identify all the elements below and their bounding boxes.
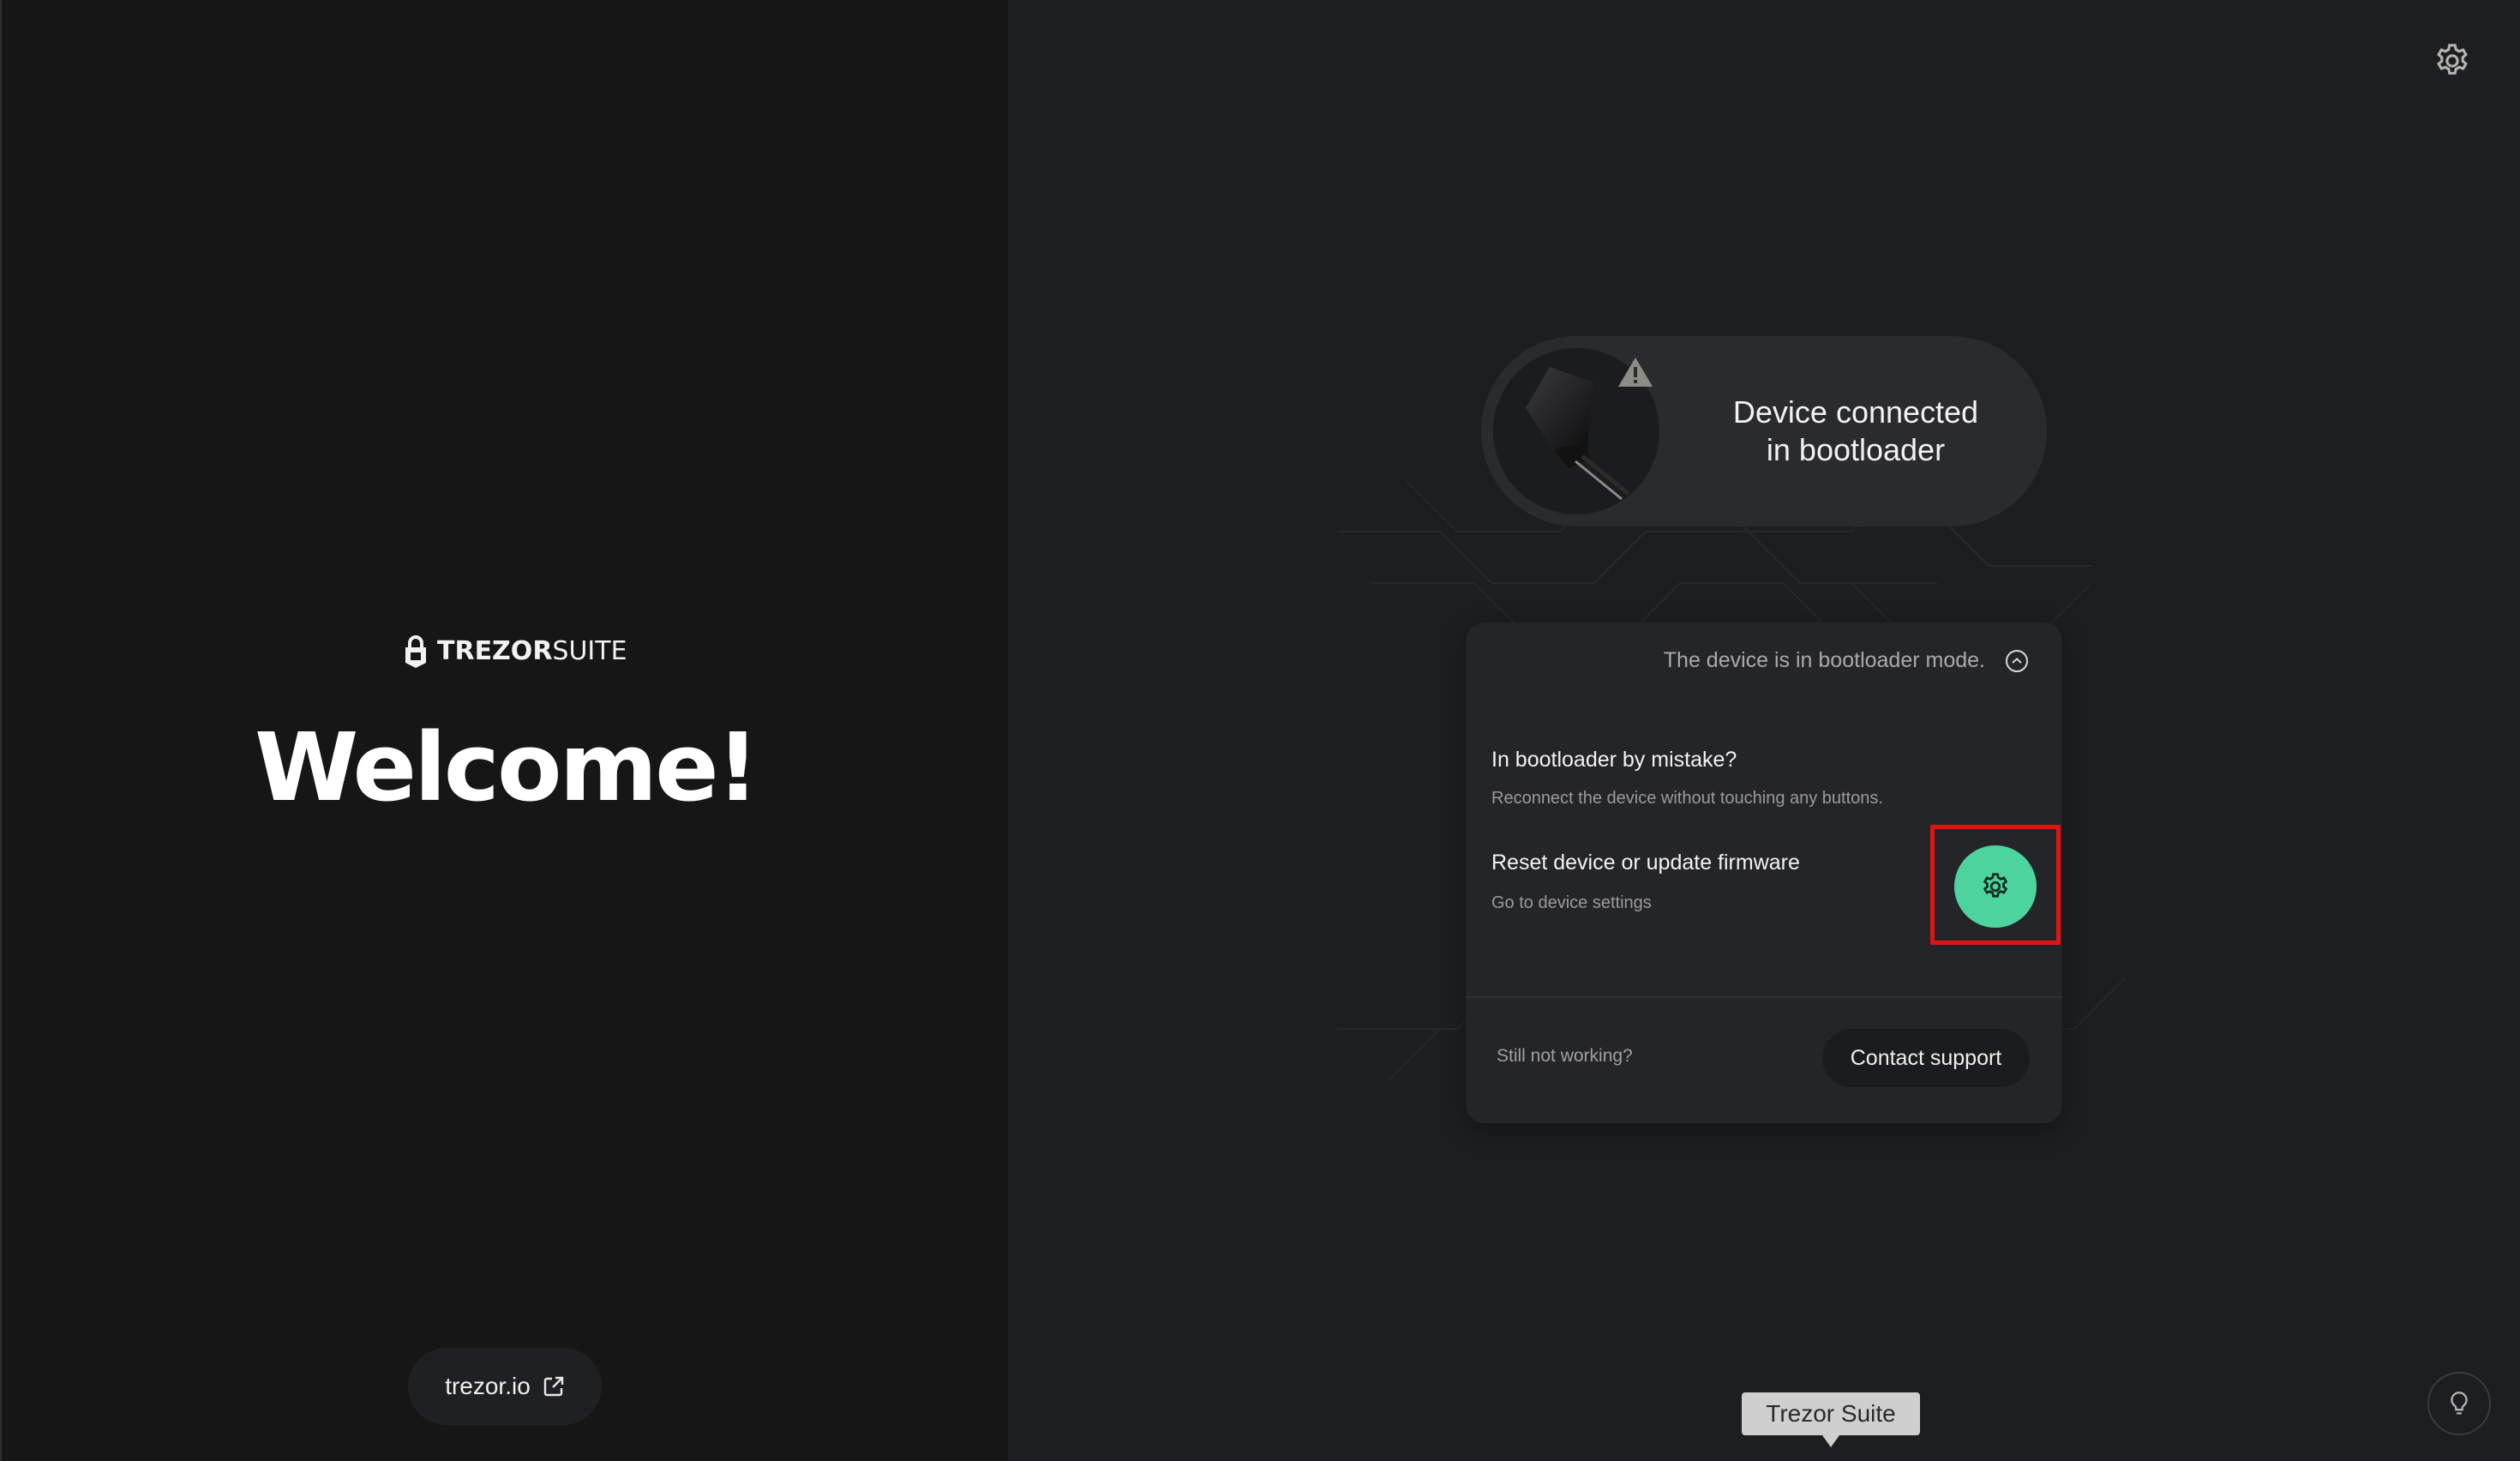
bootloader-mode-text: The device is in bootloader mode. (1663, 648, 1985, 672)
device-status-title: Device connected in bootloader (1671, 336, 2040, 526)
device-status-pill: Device connected in bootloader (1481, 336, 2047, 526)
app-settings-button[interactable] (2433, 41, 2472, 81)
trezor-io-link-label: trezor.io (445, 1373, 531, 1399)
app-name-tooltip: Trezor Suite (1742, 1392, 1920, 1447)
welcome-panel: TREZORSUITE Welcome! trezor.io (0, 0, 1008, 1461)
logo-text-light: SUITE (552, 636, 627, 666)
trezor-suite-logo: TREZORSUITE (403, 634, 627, 669)
bootloader-card: The device is in bootloader mode. In boo… (1466, 622, 2062, 1123)
trezor-lock-icon (405, 635, 426, 668)
lightbulb-icon (2451, 1392, 2468, 1415)
contact-support-button[interactable]: Contact support (1822, 1029, 2030, 1087)
bootloader-card-header[interactable]: The device is in bootloader mode. (1664, 648, 2028, 673)
highlight-box (1930, 825, 2061, 945)
trezor-io-link[interactable]: trezor.io (408, 1348, 602, 1425)
card-divider (1466, 996, 2062, 998)
reset-title: Reset device or update firmware (1491, 851, 1800, 875)
gear-icon (2437, 44, 2468, 75)
device-status-text: Device connected in bootloader (1732, 394, 1979, 467)
mistake-subtitle: Reconnect the device without touching an… (1491, 789, 1883, 808)
external-link-icon (543, 1376, 563, 1397)
tips-button[interactable] (2427, 1372, 2491, 1435)
logo-text-bold: TREZOR (437, 636, 553, 666)
welcome-title: Welcome! (255, 712, 759, 822)
mistake-title: In bootloader by mistake? (1491, 748, 1737, 772)
tooltip-label: Trezor Suite (1766, 1400, 1896, 1427)
reset-subtitle: Go to device settings (1491, 893, 1652, 912)
warning-triangle-icon (1618, 358, 1653, 387)
still-not-working-text: Still not working? (1497, 1046, 1633, 1066)
app-window: TREZORSUITE Welcome! trezor.io Device co… (0, 0, 2520, 1461)
chevron-up-icon[interactable] (2006, 649, 2028, 672)
